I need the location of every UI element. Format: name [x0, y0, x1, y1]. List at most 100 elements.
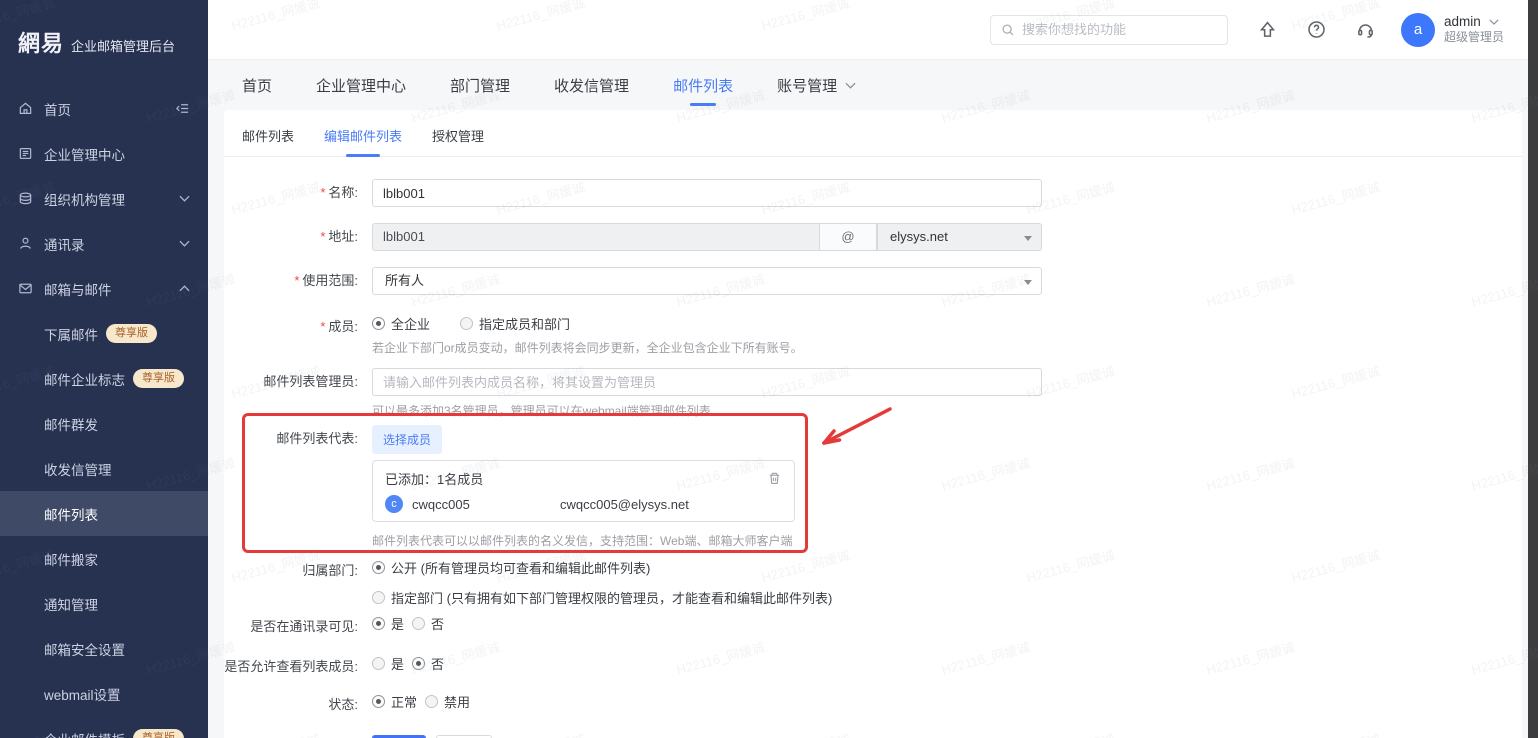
- sidebar-subitem-webmail[interactable]: webmail设置: [0, 671, 208, 716]
- radio-checked[interactable]: [372, 561, 385, 574]
- subtab-authorization[interactable]: 授权管理: [432, 126, 484, 156]
- name-input[interactable]: [372, 179, 1042, 207]
- visibility-label: 是否在通讯录可见:: [224, 613, 372, 641]
- menu-fold-icon[interactable]: [175, 101, 190, 116]
- sidebar-item-label: 企业管理中心: [44, 144, 125, 164]
- sidebar-subitem-subordinate-mail[interactable]: 下属邮件 尊享版: [0, 311, 208, 356]
- form-row-address: *地址: lblb001 @ elysys.net: [224, 223, 1522, 251]
- view-members-option-yes[interactable]: 是: [372, 654, 404, 673]
- view-members-label: 是否允许查看列表成员:: [224, 653, 372, 681]
- tab-company-center[interactable]: 企业管理中心: [316, 75, 406, 106]
- domain-select[interactable]: elysys.net: [877, 223, 1042, 251]
- members-option-specified[interactable]: 指定成员和部门: [460, 314, 570, 333]
- premium-badge: 尊享版: [133, 369, 184, 387]
- main-content: 首页 企业管理中心 部门管理 收发信管理 邮件列表 账号管理 邮件列表 编辑邮件…: [208, 60, 1528, 738]
- tab-send-receive[interactable]: 收发信管理: [554, 75, 629, 106]
- radio-checked[interactable]: [412, 657, 425, 670]
- sidebar-item-label: 组织机构管理: [44, 189, 125, 209]
- sidebar-subitem-mass-mail[interactable]: 邮件群发: [0, 401, 208, 446]
- sidebar-item-label: 首页: [44, 99, 71, 119]
- sidebar-item-mailbox[interactable]: 邮箱与邮件: [0, 266, 208, 311]
- radio-checked[interactable]: [372, 617, 385, 630]
- radio-unchecked[interactable]: [372, 591, 385, 604]
- dropdown-caret-icon: [1024, 236, 1032, 241]
- sidebar-subitem-mail-template[interactable]: 企业邮件模板 尊享版: [0, 716, 208, 738]
- subtab-edit-mailing-list[interactable]: 编辑邮件列表: [324, 126, 402, 156]
- tab-home[interactable]: 首页: [242, 75, 272, 106]
- scope-label: *使用范围:: [224, 267, 372, 295]
- edit-mailing-list-form: *名称: *地址: lblb001 @ elysys.net: [224, 157, 1522, 738]
- sidebar-subitem-label: 收发信管理: [44, 459, 112, 479]
- address-local-input: lblb001: [372, 223, 819, 251]
- radio-unchecked[interactable]: [425, 695, 438, 708]
- visibility-option-no[interactable]: 否: [412, 614, 444, 633]
- department-option-specified[interactable]: 指定部门 (只有拥有如下部门管理权限的管理员，才能查看和编辑此邮件列表): [372, 588, 832, 607]
- tab-label: 邮件列表: [673, 75, 733, 96]
- chevron-down-icon: [179, 195, 190, 202]
- radio-checked[interactable]: [372, 317, 385, 330]
- content-card: 邮件列表 编辑邮件列表 授权管理 *名称: *地址: lb: [224, 110, 1522, 738]
- tab-label: 首页: [242, 75, 272, 96]
- members-option-all[interactable]: 全企业: [372, 314, 430, 333]
- status-option-disabled[interactable]: 禁用: [425, 692, 470, 711]
- sidebar-subitem-company-logo[interactable]: 邮件企业标志 尊享版: [0, 356, 208, 401]
- radio-checked[interactable]: [372, 695, 385, 708]
- sidebar-subitem-notification[interactable]: 通知管理: [0, 581, 208, 626]
- tab-department[interactable]: 部门管理: [450, 75, 510, 106]
- help-icon[interactable]: [1307, 20, 1326, 39]
- sidebar-nav: 首页 企业管理中心 组织机构管理 通讯录: [0, 86, 208, 738]
- sidebar-subitem-mailing-list[interactable]: 邮件列表: [0, 491, 208, 536]
- sidebar-subitem-label: 邮箱安全设置: [44, 639, 125, 659]
- required-mark: *: [320, 185, 325, 200]
- sidebar-subitem-security[interactable]: 邮箱安全设置: [0, 626, 208, 671]
- status-option-normal[interactable]: 正常: [372, 692, 417, 711]
- premium-badge: 尊享版: [106, 324, 157, 342]
- sidebar-item-organization[interactable]: 组织机构管理: [0, 176, 208, 221]
- sidebar-subitem-send-receive[interactable]: 收发信管理: [0, 446, 208, 491]
- chevron-down-icon: [179, 240, 190, 247]
- department-option-public[interactable]: 公开 (所有管理员均可查看和编辑此邮件列表): [372, 558, 650, 577]
- added-members-box: 已添加：1名成员 c cwqcc005 cwqcc005@elysys.net: [372, 460, 795, 522]
- function-search[interactable]: [990, 15, 1228, 45]
- tab-label: 企业管理中心: [316, 75, 406, 96]
- search-input[interactable]: [1022, 22, 1217, 37]
- upgrade-icon[interactable]: [1258, 20, 1277, 39]
- tab-label: 账号管理: [777, 75, 837, 96]
- user-name: admin: [1444, 14, 1481, 31]
- tab-account[interactable]: 账号管理: [777, 75, 856, 106]
- premium-badge: 尊享版: [133, 729, 184, 738]
- avatar[interactable]: a: [1401, 13, 1435, 47]
- pick-member-button[interactable]: 选择成员: [372, 425, 442, 454]
- subtab-mailing-list[interactable]: 邮件列表: [242, 126, 294, 156]
- product-name: 企业邮箱管理后台: [71, 36, 175, 55]
- domain-value: elysys.net: [890, 229, 948, 244]
- support-icon[interactable]: [1356, 20, 1375, 39]
- radio-unchecked[interactable]: [372, 657, 385, 670]
- mail-icon: [18, 281, 33, 296]
- radio-unchecked[interactable]: [412, 617, 425, 630]
- admins-input[interactable]: [372, 368, 1042, 396]
- form-row-representative: 邮件列表代表: 选择成员 已添加：1名成员 c: [224, 425, 1522, 549]
- tab-mailing-list[interactable]: 邮件列表: [673, 75, 733, 106]
- brand-logo: 網易: [18, 26, 64, 58]
- visibility-option-yes[interactable]: 是: [372, 614, 404, 633]
- trash-icon[interactable]: [767, 471, 782, 486]
- sidebar-subitem-label: 企业邮件模板: [44, 729, 125, 738]
- tab-label: 收发信管理: [554, 75, 629, 96]
- scope-select[interactable]: 所有人: [372, 267, 1042, 295]
- radio-unchecked[interactable]: [460, 317, 473, 330]
- view-members-option-no[interactable]: 否: [412, 654, 444, 673]
- sidebar-item-home[interactable]: 首页: [0, 86, 208, 131]
- form-row-department: 归属部门: 公开 (所有管理员均可查看和编辑此邮件列表) 指定部门 (只有拥有如…: [224, 557, 1522, 607]
- sidebar-subitem-mail-migration[interactable]: 邮件搬家: [0, 536, 208, 581]
- address-label: *地址:: [224, 223, 372, 251]
- chevron-down-icon: [845, 82, 856, 89]
- admins-help: 可以最多添加3名管理员，管理员可以在webmail端管理邮件列表: [372, 403, 1042, 419]
- form-row-name: *名称:: [224, 179, 1522, 207]
- chevron-up-icon: [179, 285, 190, 292]
- sidebar: 網易 企业邮箱管理后台 首页 企业管理中心 组织机构管理: [0, 0, 208, 738]
- sidebar-item-company-center[interactable]: 企业管理中心: [0, 131, 208, 176]
- sidebar-item-contacts[interactable]: 通讯录: [0, 221, 208, 266]
- user-meta: admin 超级管理员: [1444, 14, 1504, 46]
- user-menu[interactable]: a admin 超级管理员: [1401, 13, 1504, 47]
